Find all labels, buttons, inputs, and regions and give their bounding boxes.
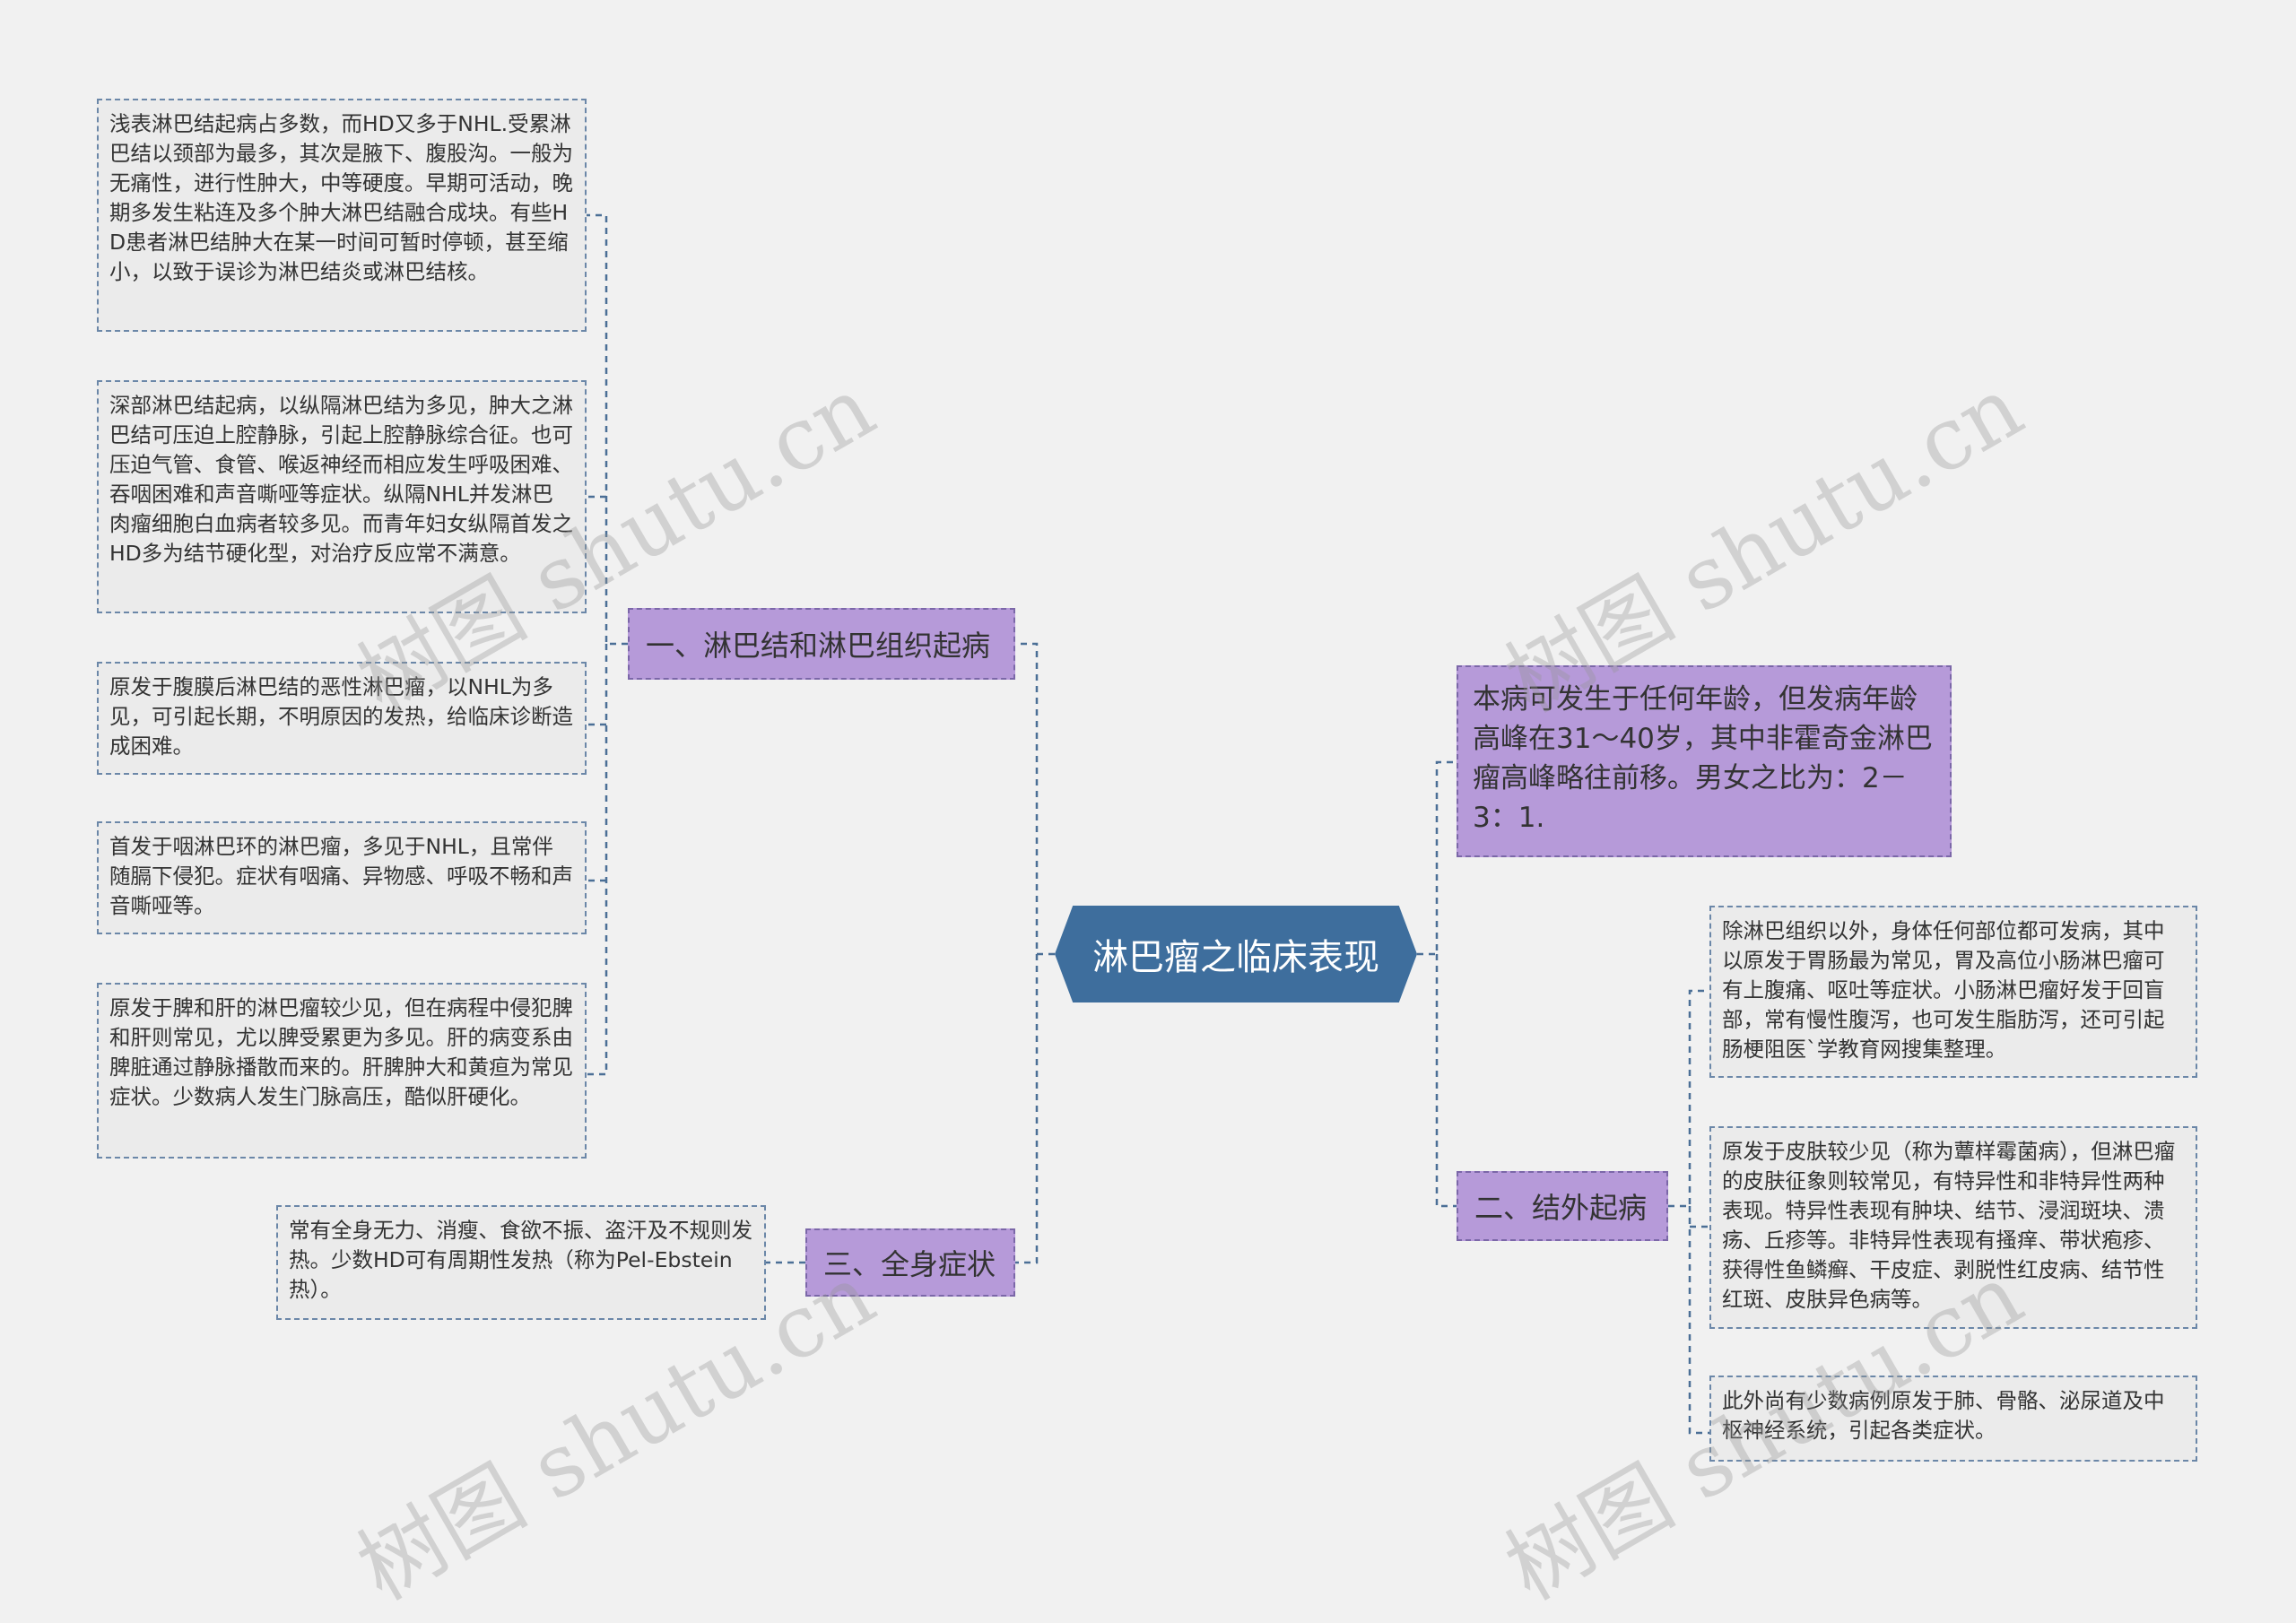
leaf-text: 原发于腹膜后淋巴结的恶性淋巴瘤，以NHL为多见，可引起长期，不明原因的发热，给临… [109, 674, 573, 759]
root-topic-label: 淋巴瘤之临床表现 [1092, 937, 1379, 978]
leaf-text: 原发于脾和肝的淋巴瘤较少见，但在病程中侵犯脾和肝则常见，尤以脾受累更为多见。肝的… [109, 995, 573, 1109]
leaf-systemic[interactable]: 常有全身无力、消瘦、食欲不振、盗汗及不规则发热。少数HD可有周期性发热（称为Pe… [276, 1205, 766, 1320]
link-root-b3 [1015, 954, 1039, 1264]
link-root-b1 [1015, 642, 1055, 956]
leaf-text: 浅表淋巴结起病占多数，而HD又多于NHL.受累淋巴结以颈部为最多，其次是腋下、腹… [109, 111, 573, 284]
root-topic[interactable]: 淋巴瘤之临床表现 [1055, 906, 1417, 1002]
link-root-b2 [1435, 954, 1457, 1208]
leaf-spleen-liver[interactable]: 原发于脾和肝的淋巴瘤较少见，但在病程中侵犯脾和肝则常见，尤以脾受累更为多见。肝的… [97, 983, 587, 1159]
leaf-retroperitoneal[interactable]: 原发于腹膜后淋巴结的恶性淋巴瘤，以NHL为多见，可引起长期，不明原因的发热，给临… [97, 662, 587, 775]
link-root-info [1417, 760, 1457, 956]
mind-map-canvas: 淋巴瘤之临床表现 一、淋巴结和淋巴组织起病 三、全身症状 二、结外起病 本病可发… [0, 0, 2296, 1619]
branch-extranodal-onset[interactable]: 二、结外起病 [1457, 1171, 1668, 1241]
leaf-text: 首发于咽淋巴环的淋巴瘤，多见于NHL，且常伴随膈下侵犯。症状有咽痛、异物感、呼吸… [109, 834, 573, 918]
leaf-text: 常有全身无力、消瘦、食欲不振、盗汗及不规则发热。少数HD可有周期性发热（称为Pe… [289, 1218, 752, 1302]
leaf-gastrointestinal[interactable]: 除淋巴组织以外，身体任何部位都可发病，其中以原发于胃肠最为常见，胃及高位小肠淋巴… [1709, 906, 2197, 1078]
branch-lymph-node-onset[interactable]: 一、淋巴结和淋巴组织起病 [628, 608, 1015, 680]
leaf-text: 除淋巴组织以外，身体任何部位都可发病，其中以原发于胃肠最为常见，胃及高位小肠淋巴… [1722, 918, 2165, 1062]
branch-label: 一、淋巴结和淋巴组织起病 [646, 629, 991, 663]
leaf-superficial-nodes[interactable]: 浅表淋巴结起病占多数，而HD又多于NHL.受累淋巴结以颈部为最多，其次是腋下、腹… [97, 99, 587, 332]
link-b1-l5 [587, 644, 608, 1076]
link-b2-l7 [1668, 989, 1709, 1208]
branch-label: 二、结外起病 [1474, 1191, 1648, 1225]
leaf-pharyngeal-ring[interactable]: 首发于咽淋巴环的淋巴瘤，多见于NHL，且常伴随膈下侵犯。症状有咽痛、异物感、呼吸… [97, 821, 587, 934]
